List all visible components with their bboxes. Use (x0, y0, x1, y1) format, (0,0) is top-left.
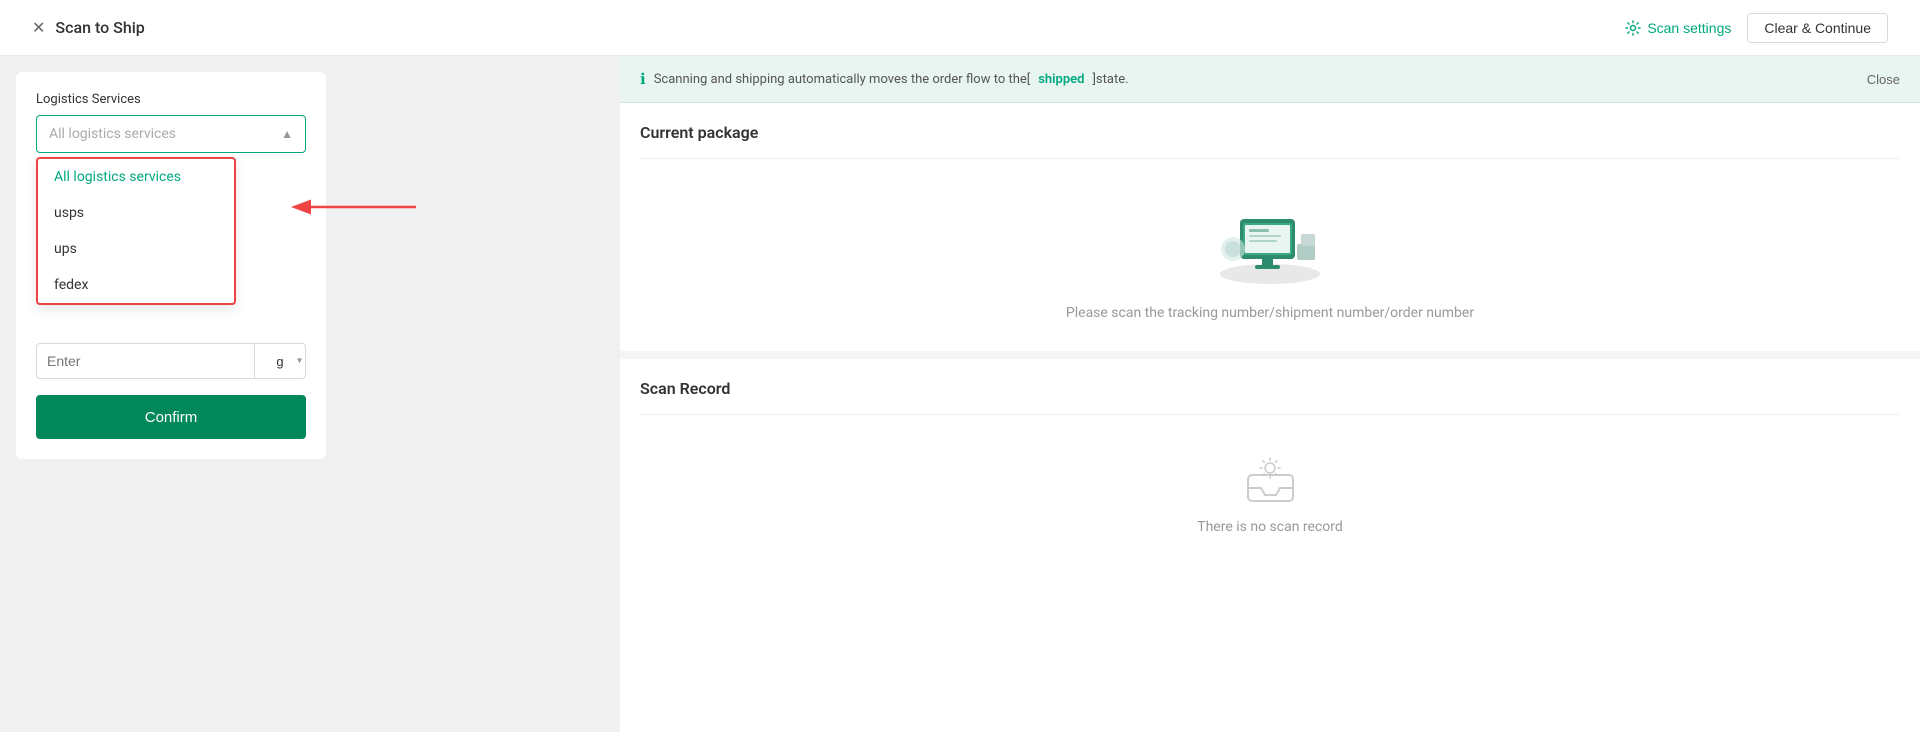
scan-record-section: Scan Record (620, 359, 1920, 575)
chevron-up-icon: ▲ (281, 127, 293, 141)
annotation-arrow (236, 167, 456, 247)
dropdown-item-usps[interactable]: usps (38, 195, 234, 231)
clear-continue-button[interactable]: Clear & Continue (1747, 13, 1888, 43)
current-package-section: Current package (620, 103, 1920, 351)
empty-record-icon (1243, 455, 1298, 505)
shipped-badge: shipped (1038, 72, 1084, 87)
confirm-button[interactable]: Confirm (36, 395, 306, 439)
section-divider (620, 351, 1920, 359)
left-panel: Logistics Services All logistics service… (0, 56, 620, 732)
info-icon: ℹ (640, 70, 646, 88)
close-icon[interactable]: ✕ (32, 18, 45, 37)
scan-settings-label: Scan settings (1647, 20, 1731, 36)
banner-suffix: ]state. (1092, 72, 1128, 87)
dropdown-item-fedex[interactable]: fedex (38, 267, 234, 303)
logistics-select-wrapper[interactable]: All logistics services ▲ All logistics s… (36, 115, 306, 153)
right-panel: ℹ Scanning and shipping automatically mo… (620, 56, 1920, 732)
banner-prefix: Scanning and shipping automatically move… (654, 72, 1031, 87)
logistics-label: Logistics Services (36, 92, 306, 107)
dropdown-item-all[interactable]: All logistics services (38, 159, 234, 195)
scan-record-title: Scan Record (640, 359, 1900, 415)
dropdown-item-ups[interactable]: ups (38, 231, 234, 267)
banner-close-button[interactable]: Close (1867, 72, 1900, 87)
weight-input[interactable] (36, 343, 254, 379)
logistics-dropdown: All logistics services usps ups fedex (36, 157, 236, 305)
package-empty-state: Please scan the tracking number/shipment… (640, 159, 1900, 351)
weight-unit-wrapper: g kg lb oz ▾ (254, 343, 306, 379)
header-right: Scan settings Clear & Continue (1625, 13, 1888, 43)
weight-unit-select[interactable]: g kg lb oz (254, 343, 306, 379)
scan-settings-button[interactable]: Scan settings (1625, 20, 1731, 36)
gear-icon (1625, 20, 1641, 36)
current-package-title: Current package (640, 103, 1900, 159)
weight-row: g kg lb oz ▾ (36, 343, 306, 379)
header: ✕ Scan to Ship Scan settings Clear & Con… (0, 0, 1920, 56)
content-area: Current package (620, 103, 1920, 732)
scan-empty-text: Please scan the tracking number/shipment… (1066, 305, 1474, 321)
logistics-select-value: All logistics services (49, 126, 176, 142)
no-record-text: There is no scan record (1197, 519, 1343, 535)
main-content: Logistics Services All logistics service… (0, 56, 1920, 732)
banner-text: ℹ Scanning and shipping automatically mo… (640, 70, 1129, 88)
logistics-select[interactable]: All logistics services ▲ (36, 115, 306, 153)
header-left: ✕ Scan to Ship (32, 18, 145, 37)
form-panel: Logistics Services All logistics service… (16, 72, 326, 459)
scan-record-empty-state: There is no scan record (640, 415, 1900, 575)
page-title: Scan to Ship (55, 18, 144, 37)
package-illustration (1205, 199, 1335, 289)
info-banner: ℹ Scanning and shipping automatically mo… (620, 56, 1920, 103)
